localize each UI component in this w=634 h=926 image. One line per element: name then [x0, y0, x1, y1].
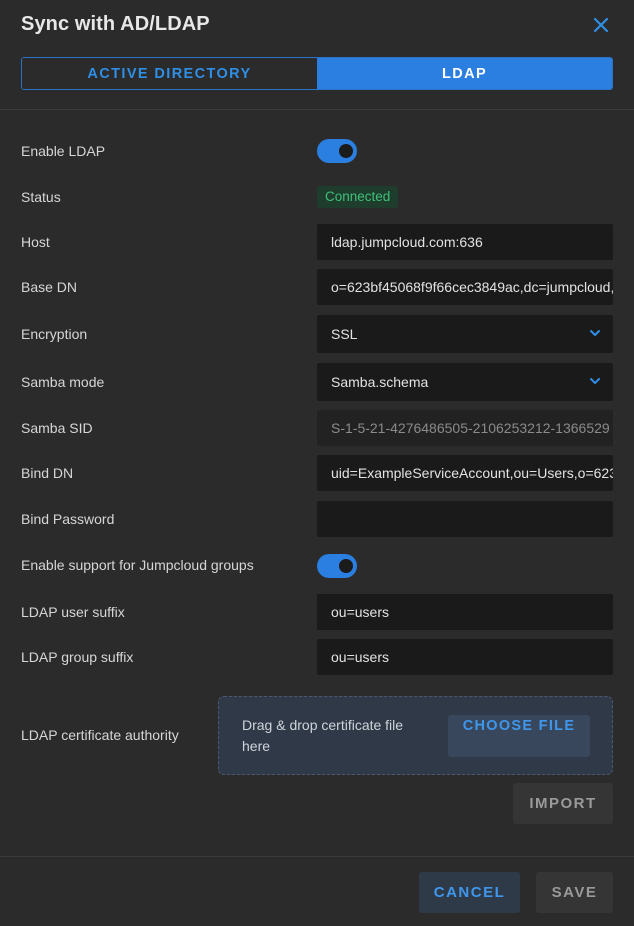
group-suffix-input[interactable]: ou=users — [317, 639, 613, 675]
chevron-down-icon — [590, 330, 600, 336]
bind-password-input[interactable] — [317, 501, 613, 537]
enable-ldap-toggle[interactable] — [317, 139, 357, 163]
samba-sid-input: S-1-5-21-4276486505-2106253212-1366529 — [317, 410, 613, 446]
dropzone-text: Drag & drop certificate file here — [242, 717, 404, 754]
sync-dialog: Sync with AD/LDAP ACTIVE DIRECTORY LDAP … — [0, 0, 634, 926]
toggle-knob — [339, 144, 353, 158]
encryption-label: Encryption — [21, 326, 88, 342]
certificate-dropzone[interactable]: Drag & drop certificate file here CHOOSE… — [218, 696, 613, 775]
toggle-knob — [339, 559, 353, 573]
encryption-value: SSL — [331, 326, 358, 342]
jumpcloud-groups-label: Enable support for Jumpcloud groups — [21, 557, 254, 573]
base-dn-input[interactable]: o=623bf45068f9f66cec3849ac,dc=jumpcloud,… — [317, 269, 613, 305]
import-button[interactable]: IMPORT — [513, 783, 613, 824]
close-icon[interactable] — [590, 14, 612, 36]
divider — [0, 856, 634, 857]
enable-ldap-label: Enable LDAP — [21, 143, 106, 159]
tab-ldap[interactable]: LDAP — [317, 58, 612, 89]
cancel-button[interactable]: CANCEL — [419, 872, 520, 913]
host-input[interactable]: ldap.jumpcloud.com:636 — [317, 224, 613, 260]
jumpcloud-groups-toggle[interactable] — [317, 554, 357, 578]
divider — [0, 109, 634, 110]
bind-dn-label: Bind DN — [21, 465, 74, 481]
samba-mode-select[interactable]: Samba.schema — [317, 363, 613, 401]
samba-mode-label: Samba mode — [21, 374, 105, 390]
tab-active-directory[interactable]: ACTIVE DIRECTORY — [22, 58, 317, 89]
samba-sid-label: Samba SID — [21, 420, 93, 436]
group-suffix-label: LDAP group suffix — [21, 649, 134, 665]
samba-mode-value: Samba.schema — [331, 374, 429, 390]
chevron-down-icon — [590, 378, 600, 384]
bind-dn-input[interactable]: uid=ExampleServiceAccount,ou=Users,o=623… — [317, 455, 613, 491]
tab-bar: ACTIVE DIRECTORY LDAP — [21, 57, 613, 90]
user-suffix-input[interactable]: ou=users — [317, 594, 613, 630]
cert-authority-label: LDAP certificate authority — [21, 727, 179, 743]
status-badge: Connected — [317, 186, 399, 208]
user-suffix-label: LDAP user suffix — [21, 604, 125, 620]
bind-password-label: Bind Password — [21, 511, 115, 527]
encryption-select[interactable]: SSL — [317, 315, 613, 353]
choose-file-button[interactable]: CHOOSE FILE — [448, 715, 590, 757]
status-label: Status — [21, 189, 61, 205]
base-dn-label: Base DN — [21, 279, 78, 295]
dialog-title: Sync with AD/LDAP — [21, 13, 210, 35]
save-button[interactable]: SAVE — [536, 872, 613, 913]
host-label: Host — [21, 234, 50, 250]
